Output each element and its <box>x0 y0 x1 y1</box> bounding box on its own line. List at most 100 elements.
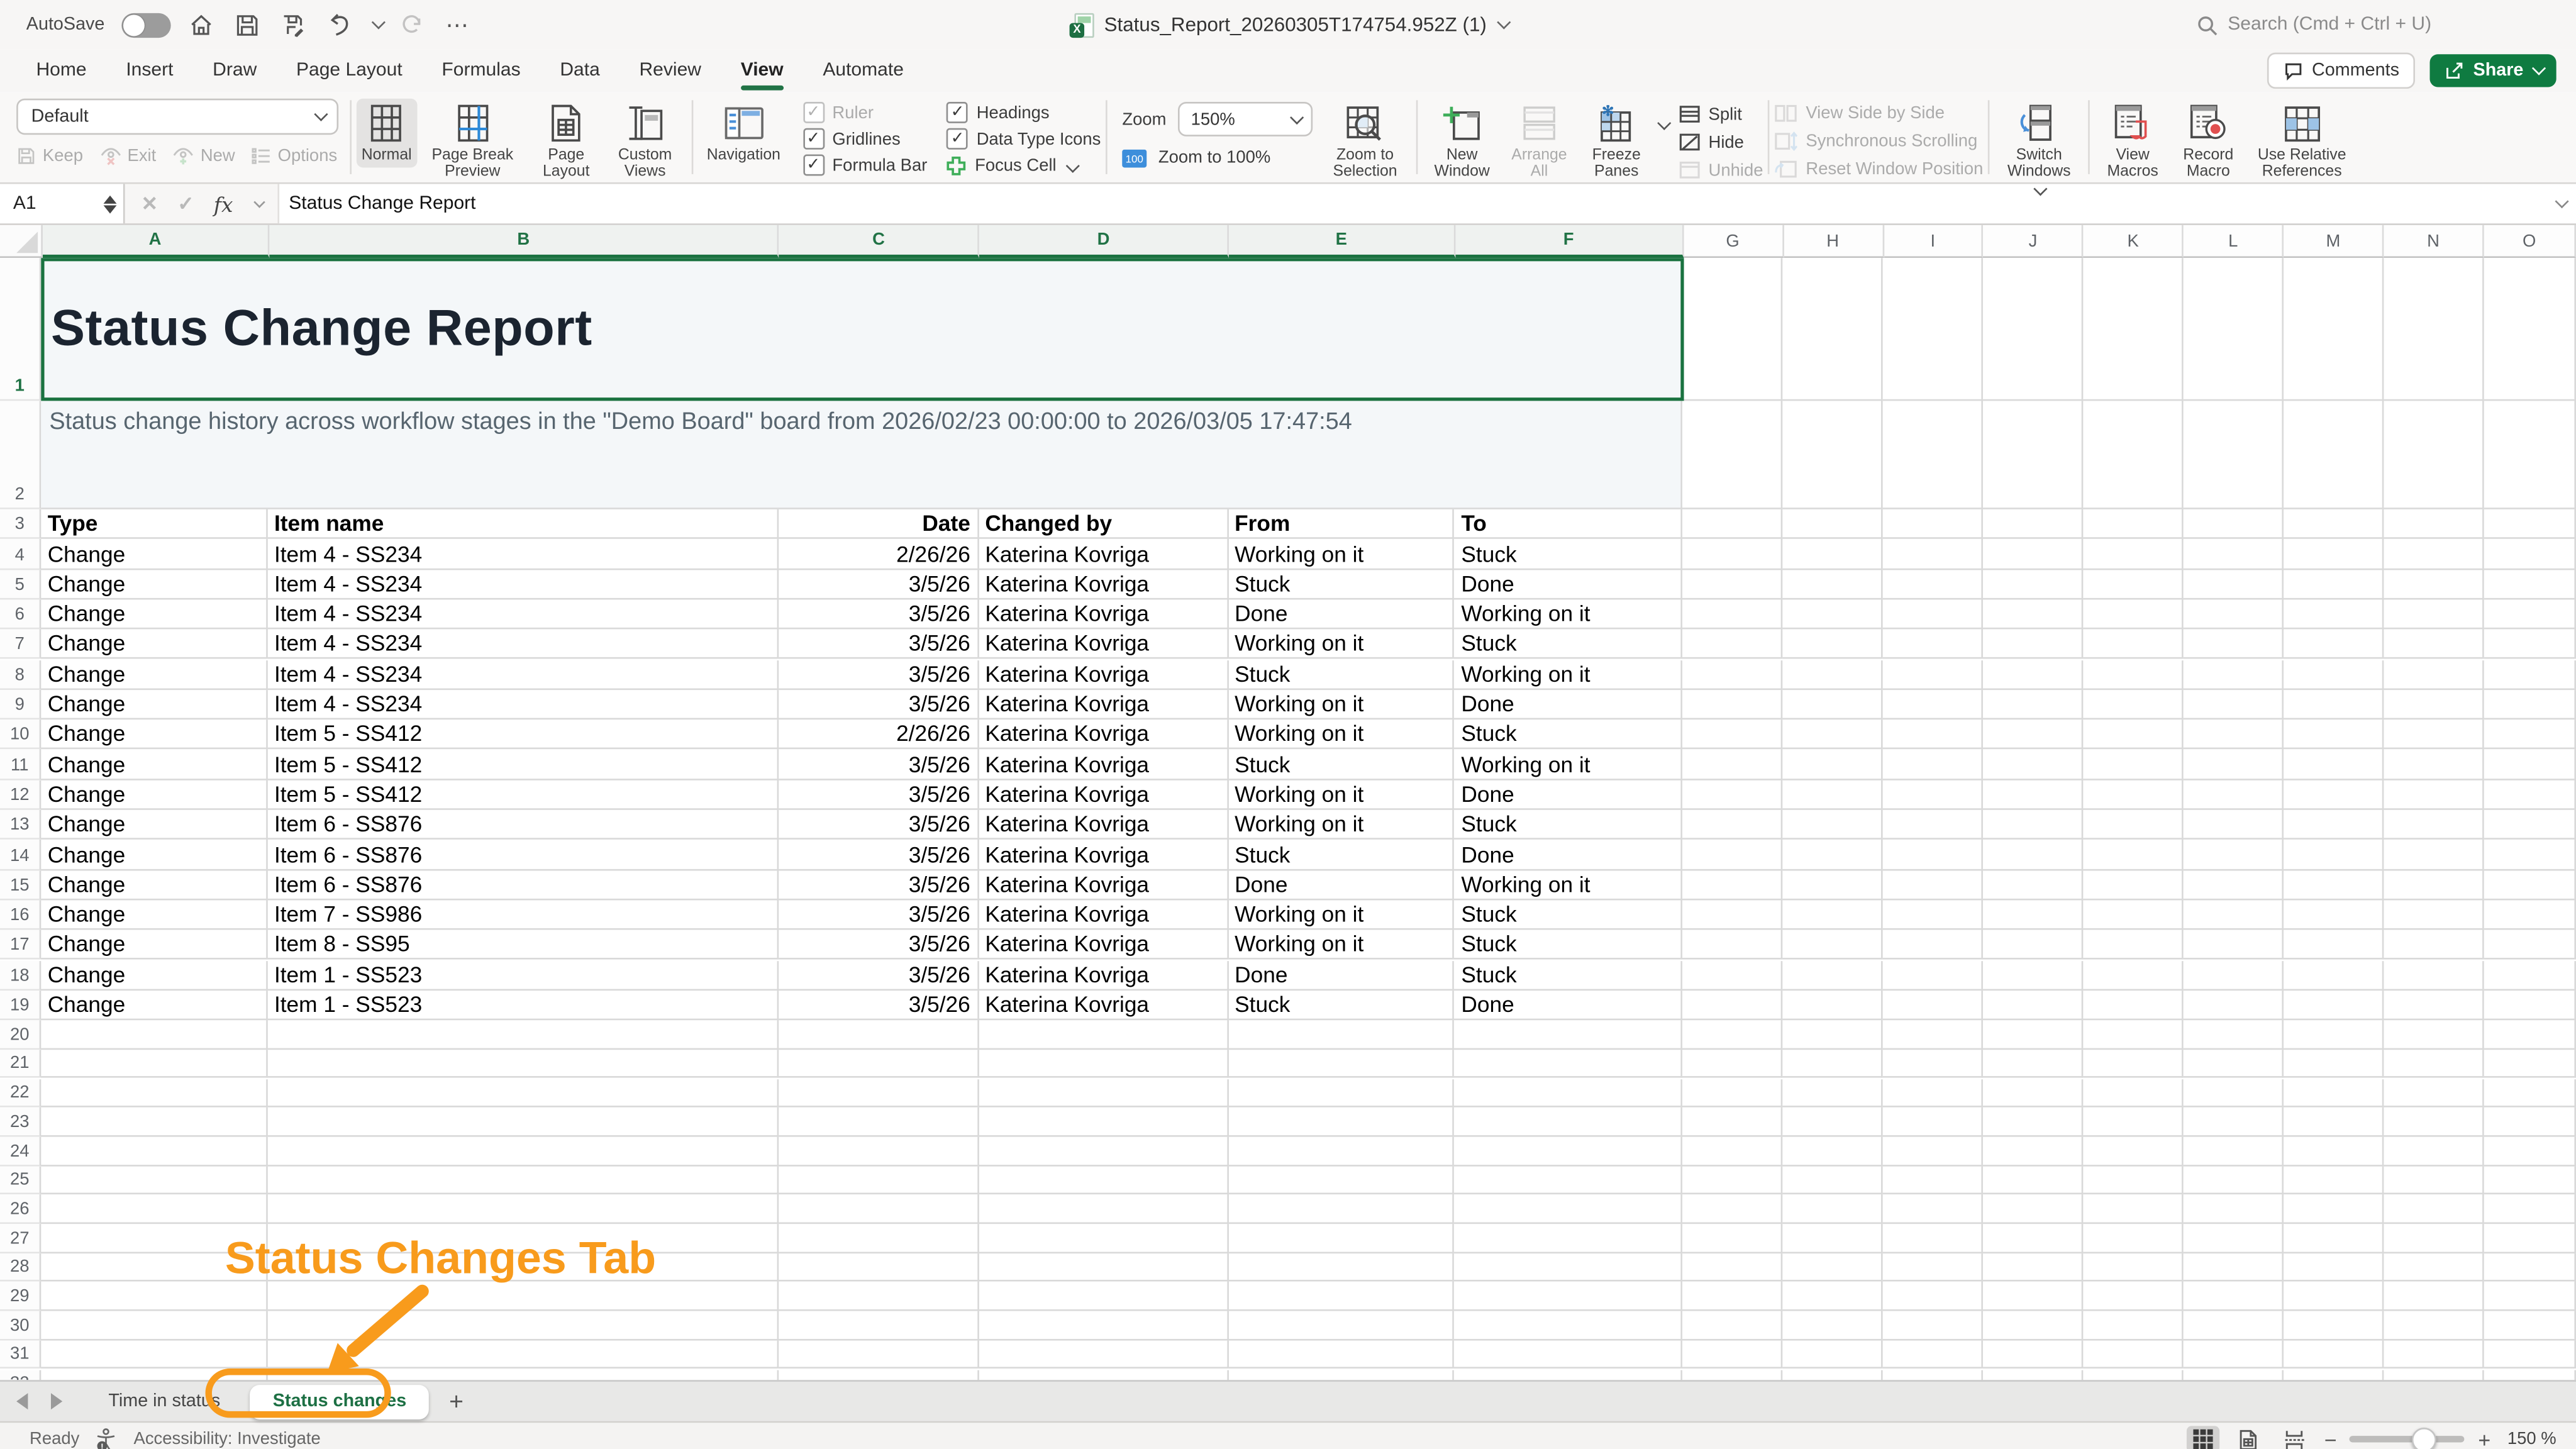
empty-cell[interactable] <box>1683 258 1783 401</box>
empty-cell[interactable] <box>41 1195 267 1224</box>
empty-cell[interactable] <box>1455 1108 1683 1136</box>
empty-cell[interactable] <box>1455 1079 1683 1108</box>
empty-cell[interactable] <box>1683 509 1783 540</box>
empty-cell[interactable] <box>2484 930 2576 960</box>
empty-cell[interactable] <box>1228 1136 1455 1165</box>
name-box[interactable]: A1 <box>0 184 125 224</box>
table-cell[interactable]: Stuck <box>1455 900 1683 930</box>
empty-cell[interactable] <box>41 1136 267 1165</box>
empty-cell[interactable] <box>979 1282 1228 1311</box>
empty-cell[interactable] <box>1455 1020 1683 1049</box>
empty-cell[interactable] <box>2084 810 2184 840</box>
table-cell[interactable]: Working on it <box>1228 780 1455 810</box>
column-header-G[interactable]: G <box>1684 225 1784 258</box>
empty-cell[interactable] <box>2384 1079 2484 1108</box>
empty-cell[interactable] <box>2284 930 2384 960</box>
tab-home[interactable]: Home <box>16 49 106 92</box>
table-cell[interactable]: Katerina Kovriga <box>979 780 1228 810</box>
empty-cell[interactable] <box>1984 810 2084 840</box>
empty-cell[interactable] <box>268 1369 779 1380</box>
table-cell[interactable]: Katerina Kovriga <box>979 569 1228 599</box>
empty-cell[interactable] <box>778 1340 978 1369</box>
empty-cell[interactable] <box>1984 1369 2084 1380</box>
table-cell[interactable]: Stuck <box>1455 719 1683 750</box>
row-header-2[interactable]: 2 <box>0 401 41 509</box>
table-cell[interactable]: Stuck <box>1228 750 1455 780</box>
empty-cell[interactable] <box>1984 569 2084 599</box>
table-header-cell[interactable]: To <box>1455 509 1683 540</box>
empty-cell[interactable] <box>1984 1079 2084 1108</box>
column-header-L[interactable]: L <box>2184 225 2284 258</box>
table-cell[interactable]: 3/5/26 <box>778 599 978 630</box>
row-header-6[interactable]: 6 <box>0 599 41 630</box>
subtitle-cell[interactable]: Status change history across workflow st… <box>41 401 1682 509</box>
table-header-cell[interactable]: Type <box>41 509 267 540</box>
empty-cell[interactable] <box>2284 401 2384 509</box>
empty-cell[interactable] <box>1883 1079 1983 1108</box>
tab-automate[interactable]: Automate <box>803 49 923 92</box>
empty-cell[interactable] <box>1683 1369 1783 1380</box>
table-cell[interactable]: Stuck <box>1228 660 1455 690</box>
table-cell[interactable]: 3/5/26 <box>778 780 978 810</box>
empty-cell[interactable] <box>2284 991 2384 1021</box>
empty-cell[interactable] <box>2284 1282 2384 1311</box>
table-cell[interactable]: 3/5/26 <box>778 569 978 599</box>
empty-cell[interactable] <box>1783 258 1883 401</box>
home-icon[interactable] <box>187 10 216 40</box>
empty-cell[interactable] <box>2384 1253 2484 1282</box>
tab-review[interactable]: Review <box>619 49 721 92</box>
empty-cell[interactable] <box>1228 1195 1455 1224</box>
empty-cell[interactable] <box>1683 750 1783 780</box>
empty-cell[interactable] <box>2384 870 2484 900</box>
empty-cell[interactable] <box>2084 930 2184 960</box>
empty-cell[interactable] <box>2184 900 2284 930</box>
empty-cell[interactable] <box>41 1253 267 1282</box>
empty-cell[interactable] <box>1883 1340 1983 1369</box>
empty-cell[interactable] <box>979 1340 1228 1369</box>
empty-cell[interactable] <box>2384 1195 2484 1224</box>
empty-cell[interactable] <box>1228 1253 1455 1282</box>
table-cell[interactable]: Item 1 - SS523 <box>268 960 779 991</box>
empty-cell[interactable] <box>1683 540 1783 570</box>
empty-cell[interactable] <box>1883 991 1983 1021</box>
empty-cell[interactable] <box>1984 991 2084 1021</box>
column-header-I[interactable]: I <box>1884 225 1984 258</box>
empty-cell[interactable] <box>2184 991 2284 1021</box>
table-cell[interactable]: Katerina Kovriga <box>979 599 1228 630</box>
table-cell[interactable]: Working on it <box>1228 540 1455 570</box>
empty-cell[interactable] <box>2284 1224 2384 1253</box>
table-cell[interactable]: Item 6 - SS876 <box>268 810 779 840</box>
empty-cell[interactable] <box>1228 1020 1455 1049</box>
empty-cell[interactable] <box>268 1282 779 1311</box>
empty-cell[interactable] <box>2084 1224 2184 1253</box>
empty-cell[interactable] <box>2484 719 2576 750</box>
empty-cell[interactable] <box>2184 660 2284 690</box>
table-cell[interactable]: Stuck <box>1455 630 1683 660</box>
empty-cell[interactable] <box>1883 810 1983 840</box>
empty-cell[interactable] <box>1228 1311 1455 1340</box>
empty-cell[interactable] <box>2484 1282 2576 1311</box>
empty-cell[interactable] <box>2084 780 2184 810</box>
empty-cell[interactable] <box>1783 401 1883 509</box>
table-cell[interactable]: Working on it <box>1228 930 1455 960</box>
table-cell[interactable]: Change <box>41 870 267 900</box>
table-cell[interactable]: Change <box>41 690 267 720</box>
table-cell[interactable]: 3/5/26 <box>778 991 978 1021</box>
column-header-O[interactable]: O <box>2484 225 2576 258</box>
table-cell[interactable]: Working on it <box>1228 690 1455 720</box>
empty-cell[interactable] <box>2384 401 2484 509</box>
empty-cell[interactable] <box>2384 780 2484 810</box>
empty-cell[interactable] <box>1984 1340 2084 1369</box>
normal-view-button[interactable]: Normal <box>357 99 417 169</box>
page-break-preview-button[interactable]: Page Break Preview <box>417 99 529 186</box>
empty-cell[interactable] <box>2484 1020 2576 1049</box>
empty-cell[interactable] <box>1683 780 1783 810</box>
empty-cell[interactable] <box>2284 900 2384 930</box>
empty-cell[interactable] <box>1883 870 1983 900</box>
column-header-C[interactable]: C <box>779 225 979 258</box>
empty-cell[interactable] <box>2284 599 2384 630</box>
empty-cell[interactable] <box>2284 1369 2384 1380</box>
empty-cell[interactable] <box>1984 1136 2084 1165</box>
row-header-11[interactable]: 11 <box>0 750 41 780</box>
table-cell[interactable]: Item 8 - SS95 <box>268 930 779 960</box>
